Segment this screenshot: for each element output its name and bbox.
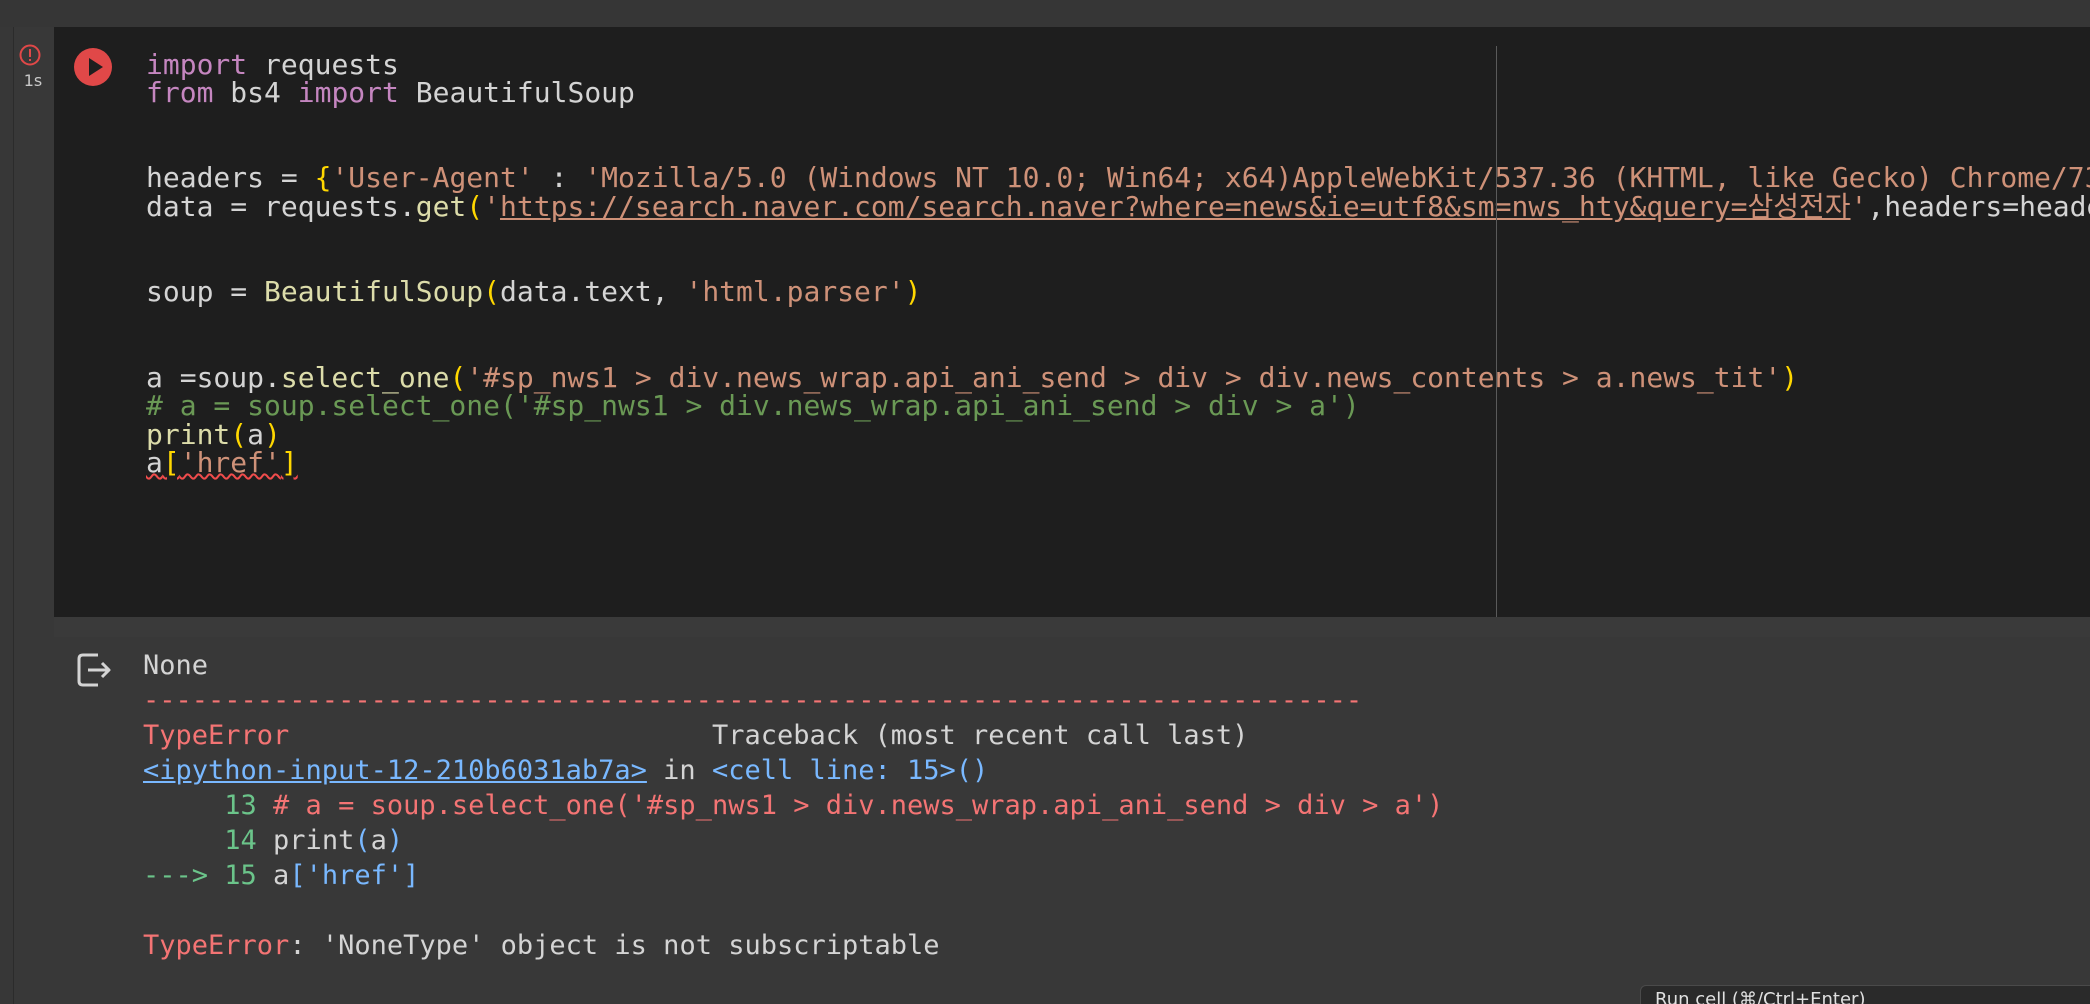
code-line-soup: soup = BeautifulSoup(data.text, 'html.pa… [146, 275, 922, 308]
search-url-link[interactable]: https://search.naver.com/search.naver?wh… [500, 190, 1851, 223]
traceback-line-14: 14 print(a) [143, 825, 404, 856]
traceback-location: <ipython-input-12-210b6031ab7a> in <cell… [143, 755, 989, 786]
code-editor[interactable]: import requests from bs4 import Beautifu… [146, 46, 2090, 626]
traceback-header: TypeError Traceback (most recent call la… [143, 720, 1249, 751]
column-ruler [1496, 46, 1497, 637]
traceback-line-15: ---> 15 a['href'] [143, 860, 420, 891]
output-none: None [143, 650, 209, 681]
traceback-divider: ----------------------------------------… [143, 685, 1363, 716]
error-circle-icon[interactable] [19, 44, 41, 66]
previous-cell-edge [0, 0, 2090, 27]
cell-gutter [14, 27, 54, 637]
code-line-comment: # a = soup.select_one('#sp_nws1 > div.ne… [146, 389, 1360, 422]
run-cell-button[interactable] [74, 48, 112, 86]
code-line-request: data = requests.get('https://search.nave… [146, 190, 2090, 223]
traceback-line-13: 13 # a = soup.select_one('#sp_nws1 > div… [143, 790, 1444, 821]
horizontal-scrollbar[interactable] [54, 617, 2090, 637]
execution-time: 1s [23, 71, 43, 90]
left-rail [0, 27, 14, 1004]
code-line-href: a['href'] [146, 444, 298, 482]
error-squiggle: a['href'] [146, 446, 298, 479]
ipython-input-link[interactable]: <ipython-input-12-210b6031ab7a> [143, 755, 647, 786]
run-cell-tooltip: Run cell (⌘/Ctrl+Enter) [1640, 985, 2090, 1004]
code-line-2: from bs4 import BeautifulSoup [146, 76, 635, 109]
error-message: TypeError: 'NoneType' object is not subs… [143, 930, 940, 961]
output-redirect-icon[interactable] [74, 650, 114, 690]
cell-output: None -----------------------------------… [143, 648, 2083, 998]
notebook-page: 1s import requests from bs4 import Beaut… [0, 0, 2090, 1004]
